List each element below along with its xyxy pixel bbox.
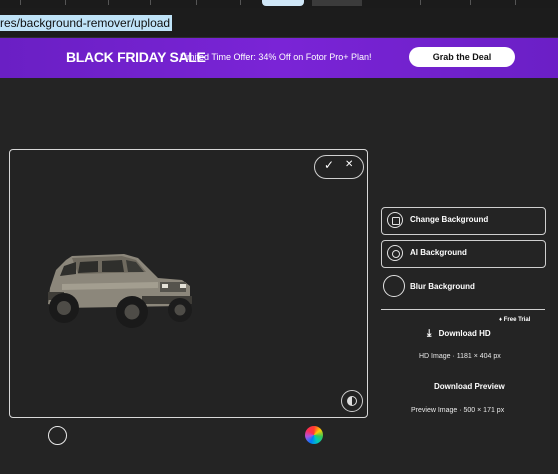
download-hd-label: Download HD xyxy=(438,329,491,338)
car-image xyxy=(48,254,192,328)
tab-separator xyxy=(240,0,241,5)
offer-text: Limited Time Offer: 34% Off on Fotor Pro… xyxy=(180,52,372,62)
ai-background-button[interactable]: AI Background xyxy=(381,240,546,268)
change-background-label: Change Background xyxy=(410,215,489,224)
transparent-circle-icon[interactable] xyxy=(48,426,67,445)
ai-background-icon xyxy=(387,245,403,261)
browser-tab[interactable] xyxy=(312,0,362,6)
preview-image-info: Preview Image · 500 × 171 px xyxy=(411,407,505,414)
ai-background-label: AI Background xyxy=(410,248,467,257)
active-tab[interactable] xyxy=(262,0,304,6)
change-background-button[interactable]: Change Background xyxy=(381,207,546,235)
tab-separator xyxy=(515,0,516,5)
color-wheel-icon[interactable] xyxy=(305,426,323,444)
download-hd-button[interactable]: ⤓ Download HD xyxy=(427,328,491,339)
tab-separator xyxy=(150,0,151,5)
grab-deal-button[interactable]: Grab the Deal xyxy=(409,47,515,67)
blur-background-label[interactable]: Blur Background xyxy=(410,282,475,291)
tab-separator xyxy=(420,0,421,5)
check-icon[interactable]: ✓ xyxy=(324,158,334,172)
free-trial-badge: ♦ Free Trial xyxy=(499,317,530,323)
blur-background-icon[interactable] xyxy=(383,275,405,297)
tab-separator xyxy=(65,0,66,5)
tab-separator xyxy=(196,0,197,5)
free-trial-label: Free Trial xyxy=(503,317,531,323)
tab-separator xyxy=(20,0,21,5)
image-canvas[interactable]: ✓ ✕ xyxy=(9,149,368,418)
change-background-icon xyxy=(387,212,403,228)
compare-icon[interactable] xyxy=(341,390,363,412)
diamond-icon: ♦ xyxy=(499,317,503,323)
download-preview-button[interactable]: Download Preview xyxy=(434,382,505,391)
promo-banner: BLACK FRIDAY SALE Limited Time Offer: 34… xyxy=(0,38,558,78)
edit-confirm-pill: ✓ ✕ xyxy=(314,155,364,179)
hd-image-info: HD Image · 1181 × 404 px xyxy=(419,353,501,360)
tab-separator xyxy=(108,0,109,5)
compare-half-icon xyxy=(347,396,357,406)
download-icon: ⤓ xyxy=(427,328,432,339)
url-text[interactable]: res/background-remover/upload xyxy=(0,15,173,31)
tab-separator xyxy=(470,0,471,5)
browser-tab-strip xyxy=(0,0,558,8)
panel-divider xyxy=(381,309,545,310)
close-icon[interactable]: ✕ xyxy=(345,159,353,170)
address-bar[interactable]: res/background-remover/upload xyxy=(0,8,558,38)
